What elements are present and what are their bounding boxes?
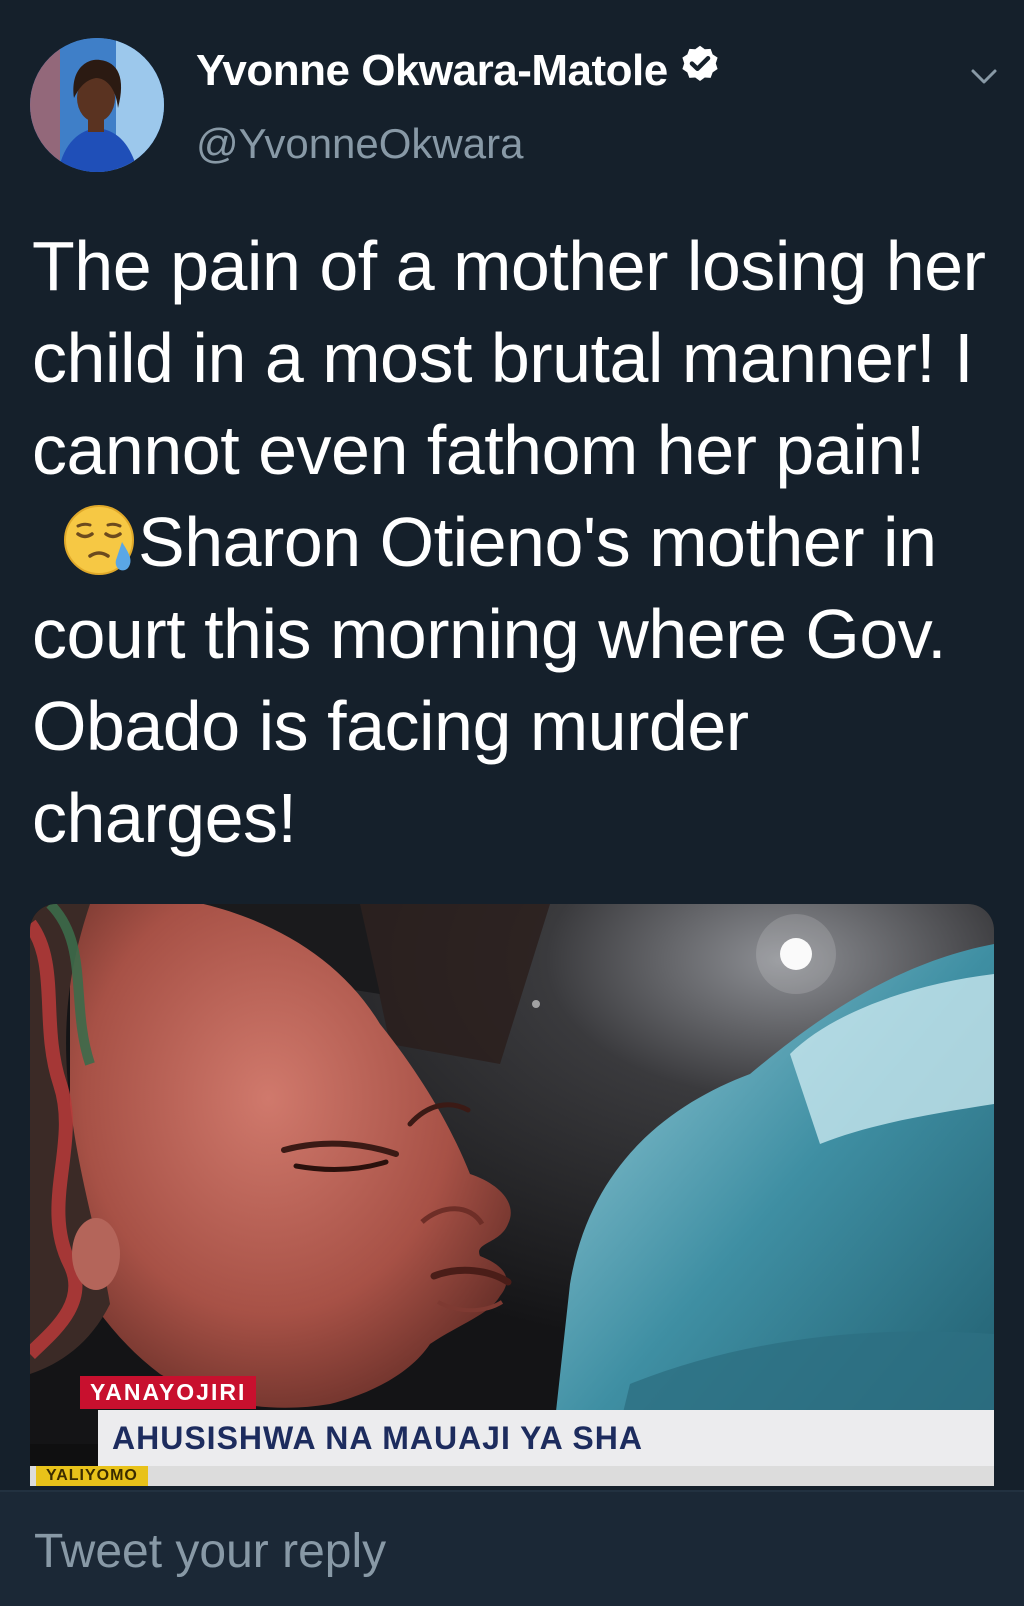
tweet-text: The pain of a mother losing her child in… (32, 220, 1000, 864)
reply-bar[interactable]: Tweet your reply (0, 1490, 1024, 1606)
verified-badge-icon (678, 43, 722, 98)
chevron-down-icon[interactable] (966, 58, 1002, 94)
author-display-name-text[interactable]: Yvonne Okwara-Matole (196, 46, 668, 95)
author-handle[interactable]: @YvonneOkwara (196, 120, 523, 168)
reply-input[interactable]: Tweet your reply (34, 1524, 386, 1579)
tweet-header: Yvonne Okwara-Matole @YvonneOkwara (0, 0, 1024, 190)
ticker-bottom-strip: YALIYOMO (30, 1466, 994, 1486)
ticker-label: YANAYOJIRI (80, 1376, 257, 1409)
ticker-headline: AHUSISHWA NA MAUAJI YA SHA (98, 1410, 994, 1466)
ticker-bottom-label: YALIYOMO (36, 1466, 148, 1486)
tweet-media-image[interactable]: YANAYOJIRI AHUSISHWA NA MAUAJI YA SHA YA… (30, 904, 994, 1486)
author-display-name[interactable]: Yvonne Okwara-Matole (196, 43, 722, 98)
crying-face-emoji-icon (62, 502, 138, 578)
tweet-text-part-1: The pain of a mother losing her child in… (32, 227, 986, 489)
tweet-text-part-2: Sharon Otieno's mother in court this mor… (32, 503, 947, 857)
avatar[interactable] (30, 38, 164, 172)
